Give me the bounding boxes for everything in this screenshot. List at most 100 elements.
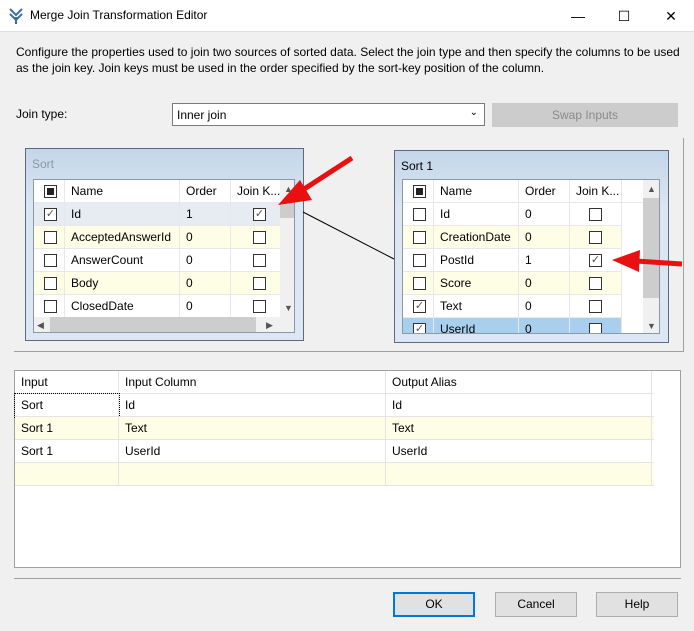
output-alias-cell[interactable]: Id bbox=[386, 394, 652, 417]
row-select-cell[interactable] bbox=[403, 226, 434, 249]
table-row[interactable]: AcceptedAnswerId 0 bbox=[34, 226, 289, 249]
input-cell[interactable]: Sort 1 bbox=[15, 440, 119, 463]
swap-inputs-button[interactable]: Swap Inputs bbox=[492, 103, 678, 127]
table-row[interactable]: Id 0 bbox=[403, 203, 622, 226]
row-select-cell[interactable] bbox=[403, 249, 434, 272]
join-key-checkbox[interactable]: ✓ bbox=[589, 254, 602, 267]
output-columns-grid[interactable]: Input Input Column Output Alias Sort Id Id Sor… bbox=[14, 370, 681, 568]
vertical-scrollbar[interactable]: ▲ ▼ bbox=[643, 180, 659, 333]
row-select-cell[interactable]: ✓ bbox=[403, 295, 434, 318]
scrollbar-thumb[interactable] bbox=[280, 203, 294, 218]
row-checkbox[interactable] bbox=[44, 300, 57, 313]
sort1-input-box[interactable]: Sort 1 Name Order Join K... Id 0 CreationDate… bbox=[394, 150, 669, 343]
row-checkbox[interactable] bbox=[44, 254, 57, 267]
input-cell[interactable]: Sort bbox=[14, 393, 120, 418]
row-checkbox[interactable] bbox=[44, 231, 57, 244]
row-select-cell[interactable] bbox=[34, 249, 65, 272]
row-select-cell[interactable] bbox=[403, 272, 434, 295]
row-select-cell[interactable]: ✓ bbox=[403, 318, 434, 333]
join-type-select[interactable]: Inner join ⌄ bbox=[172, 103, 485, 126]
input-column-cell[interactable] bbox=[119, 463, 386, 486]
sort-input-box[interactable]: Sort Name Order Join K... ✓ Id 1 ✓ AcceptedAnsw… bbox=[25, 148, 304, 341]
horizontal-scrollbar[interactable]: ◀ ▶ bbox=[34, 317, 294, 332]
ok-button[interactable]: OK bbox=[393, 592, 475, 617]
join-key-cell[interactable] bbox=[570, 272, 622, 295]
row-checkbox[interactable]: ✓ bbox=[413, 300, 426, 313]
row-checkbox[interactable]: ✓ bbox=[413, 323, 426, 333]
scroll-up-icon[interactable]: ▲ bbox=[284, 184, 293, 194]
input-column-cell[interactable]: UserId bbox=[119, 440, 386, 463]
left-columns-grid[interactable]: Name Order Join K... ✓ Id 1 ✓ AcceptedAnswerId 0… bbox=[33, 179, 295, 333]
output-alias-cell[interactable]: Text bbox=[386, 417, 652, 440]
table-row[interactable]: AnswerCount 0 bbox=[34, 249, 289, 272]
join-key-cell[interactable] bbox=[570, 318, 622, 333]
select-all-checkbox[interactable] bbox=[44, 185, 57, 198]
scrollbar-thumb[interactable] bbox=[50, 317, 256, 332]
table-row[interactable]: ✓ Text 0 bbox=[403, 295, 622, 318]
table-row[interactable]: PostId 1 ✓ bbox=[403, 249, 622, 272]
table-row[interactable]: Sort 1 UserId UserId bbox=[15, 440, 654, 463]
scroll-left-icon[interactable]: ◀ bbox=[37, 320, 44, 331]
join-key-checkbox[interactable]: ✓ bbox=[253, 208, 266, 221]
join-key-checkbox[interactable] bbox=[253, 254, 266, 267]
row-select-cell[interactable] bbox=[34, 272, 65, 295]
input-cell[interactable] bbox=[15, 463, 119, 486]
table-row[interactable] bbox=[15, 463, 654, 486]
join-key-cell[interactable] bbox=[570, 295, 622, 318]
right-columns-grid[interactable]: Name Order Join K... Id 0 CreationDate 0 PostId… bbox=[402, 179, 660, 334]
column-header[interactable]: Name bbox=[434, 180, 519, 203]
join-key-checkbox[interactable] bbox=[589, 277, 602, 290]
column-header[interactable]: Order bbox=[180, 180, 231, 203]
maximize-button[interactable]: ☐ bbox=[601, 0, 647, 32]
cancel-button[interactable]: Cancel bbox=[495, 592, 577, 617]
scroll-down-icon[interactable]: ▼ bbox=[647, 321, 656, 331]
input-cell[interactable]: Sort 1 bbox=[15, 417, 119, 440]
input-column-cell[interactable]: Id bbox=[119, 394, 386, 417]
column-header[interactable]: Name bbox=[65, 180, 180, 203]
vertical-scrollbar[interactable]: ▲ ▼ bbox=[280, 180, 294, 317]
row-select-cell[interactable] bbox=[34, 226, 65, 249]
help-button[interactable]: Help bbox=[596, 592, 678, 617]
row-checkbox[interactable] bbox=[413, 208, 426, 221]
row-select-cell[interactable] bbox=[403, 203, 434, 226]
select-all-header[interactable] bbox=[34, 180, 65, 203]
scroll-up-icon[interactable]: ▲ bbox=[647, 184, 656, 194]
row-checkbox[interactable] bbox=[44, 277, 57, 290]
join-key-checkbox[interactable] bbox=[253, 277, 266, 290]
scroll-right-icon[interactable]: ▶ bbox=[266, 320, 273, 331]
column-header[interactable]: Join K... bbox=[570, 180, 622, 203]
scroll-down-icon[interactable]: ▼ bbox=[284, 303, 293, 313]
column-header[interactable]: Order bbox=[519, 180, 570, 203]
table-row[interactable]: Body 0 bbox=[34, 272, 289, 295]
row-checkbox[interactable]: ✓ bbox=[44, 208, 57, 221]
row-checkbox[interactable] bbox=[413, 277, 426, 290]
join-key-cell[interactable] bbox=[570, 203, 622, 226]
table-row[interactable]: ✓ Id 1 ✓ bbox=[34, 203, 289, 226]
join-key-cell[interactable] bbox=[570, 226, 622, 249]
table-row[interactable]: ClosedDate 0 bbox=[34, 295, 289, 318]
table-row[interactable]: CreationDate 0 bbox=[403, 226, 622, 249]
row-select-cell[interactable] bbox=[34, 295, 65, 318]
join-key-checkbox[interactable] bbox=[589, 231, 602, 244]
row-select-cell[interactable]: ✓ bbox=[34, 203, 65, 226]
table-row[interactable]: Score 0 bbox=[403, 272, 622, 295]
table-row[interactable]: ✓ UserId 0 bbox=[403, 318, 622, 333]
output-alias-cell[interactable] bbox=[386, 463, 652, 486]
join-key-checkbox[interactable] bbox=[589, 300, 602, 313]
join-key-cell[interactable]: ✓ bbox=[570, 249, 622, 272]
row-checkbox[interactable] bbox=[413, 231, 426, 244]
column-header[interactable]: Input bbox=[15, 371, 119, 394]
table-row[interactable]: Sort 1 Text Text bbox=[15, 417, 654, 440]
scrollbar-thumb[interactable] bbox=[643, 198, 659, 298]
join-key-checkbox[interactable] bbox=[253, 300, 266, 313]
input-column-cell[interactable]: Text bbox=[119, 417, 386, 440]
join-key-checkbox[interactable] bbox=[589, 208, 602, 221]
close-button[interactable]: ✕ bbox=[648, 0, 694, 32]
select-all-checkbox[interactable] bbox=[413, 185, 426, 198]
column-header[interactable]: Input Column bbox=[119, 371, 386, 394]
join-key-checkbox[interactable] bbox=[589, 323, 602, 333]
select-all-header[interactable] bbox=[403, 180, 434, 203]
minimize-button[interactable]: — bbox=[555, 0, 601, 32]
row-checkbox[interactable] bbox=[413, 254, 426, 267]
column-header[interactable]: Output Alias bbox=[386, 371, 652, 394]
